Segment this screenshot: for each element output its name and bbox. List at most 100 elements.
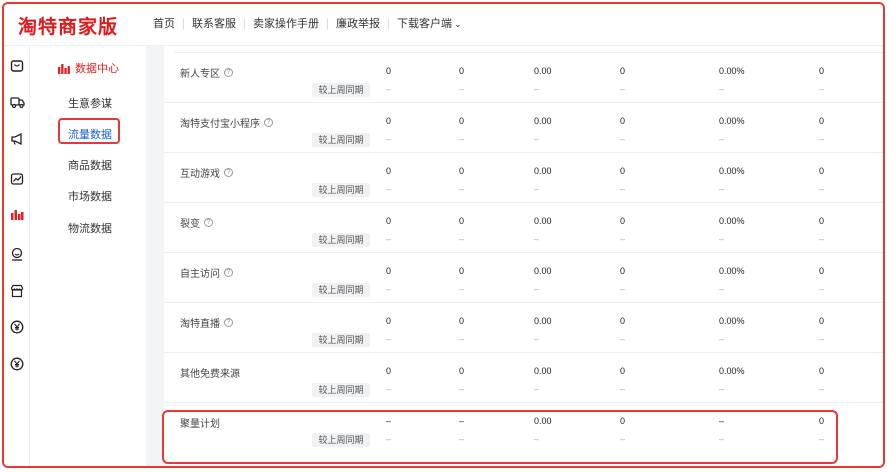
row-category: 互动游戏?: [180, 165, 233, 180]
metric-value: 0: [819, 216, 825, 226]
row-category-label: 裂变: [180, 219, 200, 230]
metric-value: 0.00%: [719, 116, 745, 126]
metric-value: 0.00%: [719, 216, 745, 226]
row-category: 其他免费来源: [180, 365, 240, 380]
shop-bag-icon[interactable]: [9, 58, 25, 74]
nav-contact-service[interactable]: 联系客服: [183, 18, 244, 30]
bar-chart-icon[interactable]: [9, 207, 25, 223]
nav-seller-manual[interactable]: 卖家操作手册: [244, 18, 327, 30]
truck-icon[interactable]: [9, 94, 25, 110]
compare-badge: 较上周同期: [312, 383, 370, 397]
yen-icon[interactable]: [9, 356, 25, 372]
main-content: 新人专区? 较上周同期 0 0 0.00 0 0.00% 0 – – – – – – 淘特支付宝小程序? 较上…: [146, 46, 883, 466]
chevron-down-icon: ⌄: [454, 19, 462, 29]
row-category: 裂变?: [180, 215, 213, 230]
metric-value: 0: [459, 116, 465, 126]
compare-value: –: [534, 134, 540, 144]
metric-value: 0: [620, 166, 626, 176]
metric-value: 0: [386, 366, 392, 376]
metric-value: 0.00: [534, 216, 552, 226]
icon-rail: [4, 46, 30, 466]
compare-value: –: [459, 234, 465, 244]
help-icon[interactable]: ?: [264, 118, 273, 127]
compare-badge: 较上周同期: [312, 133, 370, 147]
compare-value: –: [719, 234, 725, 244]
submenu-item-market-data[interactable]: 市场数据: [68, 188, 112, 204]
nav-home[interactable]: 首页: [149, 18, 183, 30]
compare-value: –: [386, 384, 392, 394]
metric-value: 0.00%: [719, 316, 745, 326]
metric-value: 0: [620, 366, 626, 376]
metric-value: 0: [620, 116, 626, 126]
compare-badge: 较上周同期: [312, 333, 370, 347]
help-icon[interactable]: ?: [204, 218, 213, 227]
traffic-table: 新人专区? 较上周同期 0 0 0.00 0 0.00% 0 – – – – – – 淘特支付宝小程序? 较上…: [164, 46, 883, 466]
compare-value: –: [620, 334, 626, 344]
metric-value: 0: [620, 66, 626, 76]
submenu-item-product-data[interactable]: 商品数据: [68, 157, 112, 173]
storefront-icon[interactable]: [9, 283, 25, 299]
metric-value: 0: [620, 216, 626, 226]
metric-value: 0: [459, 216, 465, 226]
compare-value: –: [534, 184, 540, 194]
compare-value: –: [620, 234, 626, 244]
row-category-label: 互动游戏: [180, 169, 220, 180]
row-category-label: 新人专区: [180, 69, 220, 80]
metric-value: 0.00: [534, 266, 552, 276]
row-category: 新人专区?: [180, 65, 233, 80]
submenu-item-logistics-data[interactable]: 物流数据: [68, 220, 112, 236]
compare-value: –: [620, 134, 626, 144]
metric-value: 0.00%: [719, 266, 745, 276]
brand-logo[interactable]: 淘特商家版: [18, 12, 118, 39]
compare-value: –: [459, 334, 465, 344]
compare-value: –: [620, 384, 626, 394]
compare-value: –: [459, 284, 465, 294]
compare-value: –: [459, 184, 465, 194]
metric-value: 0: [386, 66, 392, 76]
help-icon[interactable]: ?: [224, 168, 233, 177]
row-category-label: 自主访问: [180, 269, 220, 280]
metric-value: 0: [819, 66, 825, 76]
compare-value: –: [459, 84, 465, 94]
row-category: 自主访问?: [180, 265, 233, 280]
compare-value: –: [719, 334, 725, 344]
metric-value: 0: [620, 316, 626, 326]
metric-value: 0.00: [534, 366, 552, 376]
data-center-submenu: 数据中心 生意参谋 流量数据 商品数据 市场数据 物流数据: [30, 46, 146, 466]
help-icon[interactable]: ?: [224, 318, 233, 327]
nav-integrity-report[interactable]: 廉政举报: [327, 18, 388, 30]
metric-value: 0: [459, 166, 465, 176]
metric-value: 0: [459, 266, 465, 276]
metric-value: 0.00%: [719, 66, 745, 76]
compare-value: –: [719, 134, 725, 144]
table-row: 新人专区? 较上周同期 0 0 0.00 0 0.00% 0 – – – – – –: [164, 53, 883, 103]
submenu-item-traffic-data[interactable]: 流量数据: [68, 126, 112, 142]
metric-value: 0.00%: [719, 166, 745, 176]
compare-value: –: [719, 184, 725, 194]
compare-value: –: [819, 134, 825, 144]
top-bar: 淘特商家版 首页 联系客服 卖家操作手册 廉政举报 下载客户端 ⌄: [4, 4, 883, 46]
submenu-item-business-advisor[interactable]: 生意参谋: [68, 95, 112, 111]
help-icon[interactable]: ?: [224, 68, 233, 77]
yen-icon[interactable]: [9, 319, 25, 335]
compare-value: –: [386, 234, 392, 244]
metric-value: 0: [459, 66, 465, 76]
compare-value: –: [534, 334, 540, 344]
nav-download-client[interactable]: 下载客户端 ⌄: [388, 18, 470, 30]
submenu-header[interactable]: 数据中心: [58, 60, 119, 76]
smile-service-icon[interactable]: [9, 246, 25, 262]
compare-value: –: [534, 384, 540, 394]
trend-chart-icon[interactable]: [9, 171, 25, 187]
metric-value: 0: [819, 266, 825, 276]
compare-value: –: [620, 284, 626, 294]
compare-value: –: [534, 234, 540, 244]
megaphone-icon[interactable]: [9, 131, 25, 147]
compare-value: –: [534, 84, 540, 94]
compare-value: –: [819, 384, 825, 394]
help-icon[interactable]: ?: [224, 268, 233, 277]
compare-value: –: [386, 184, 392, 194]
compare-value: –: [386, 84, 392, 94]
compare-value: –: [819, 184, 825, 194]
compare-value: –: [819, 334, 825, 344]
compare-value: –: [459, 384, 465, 394]
